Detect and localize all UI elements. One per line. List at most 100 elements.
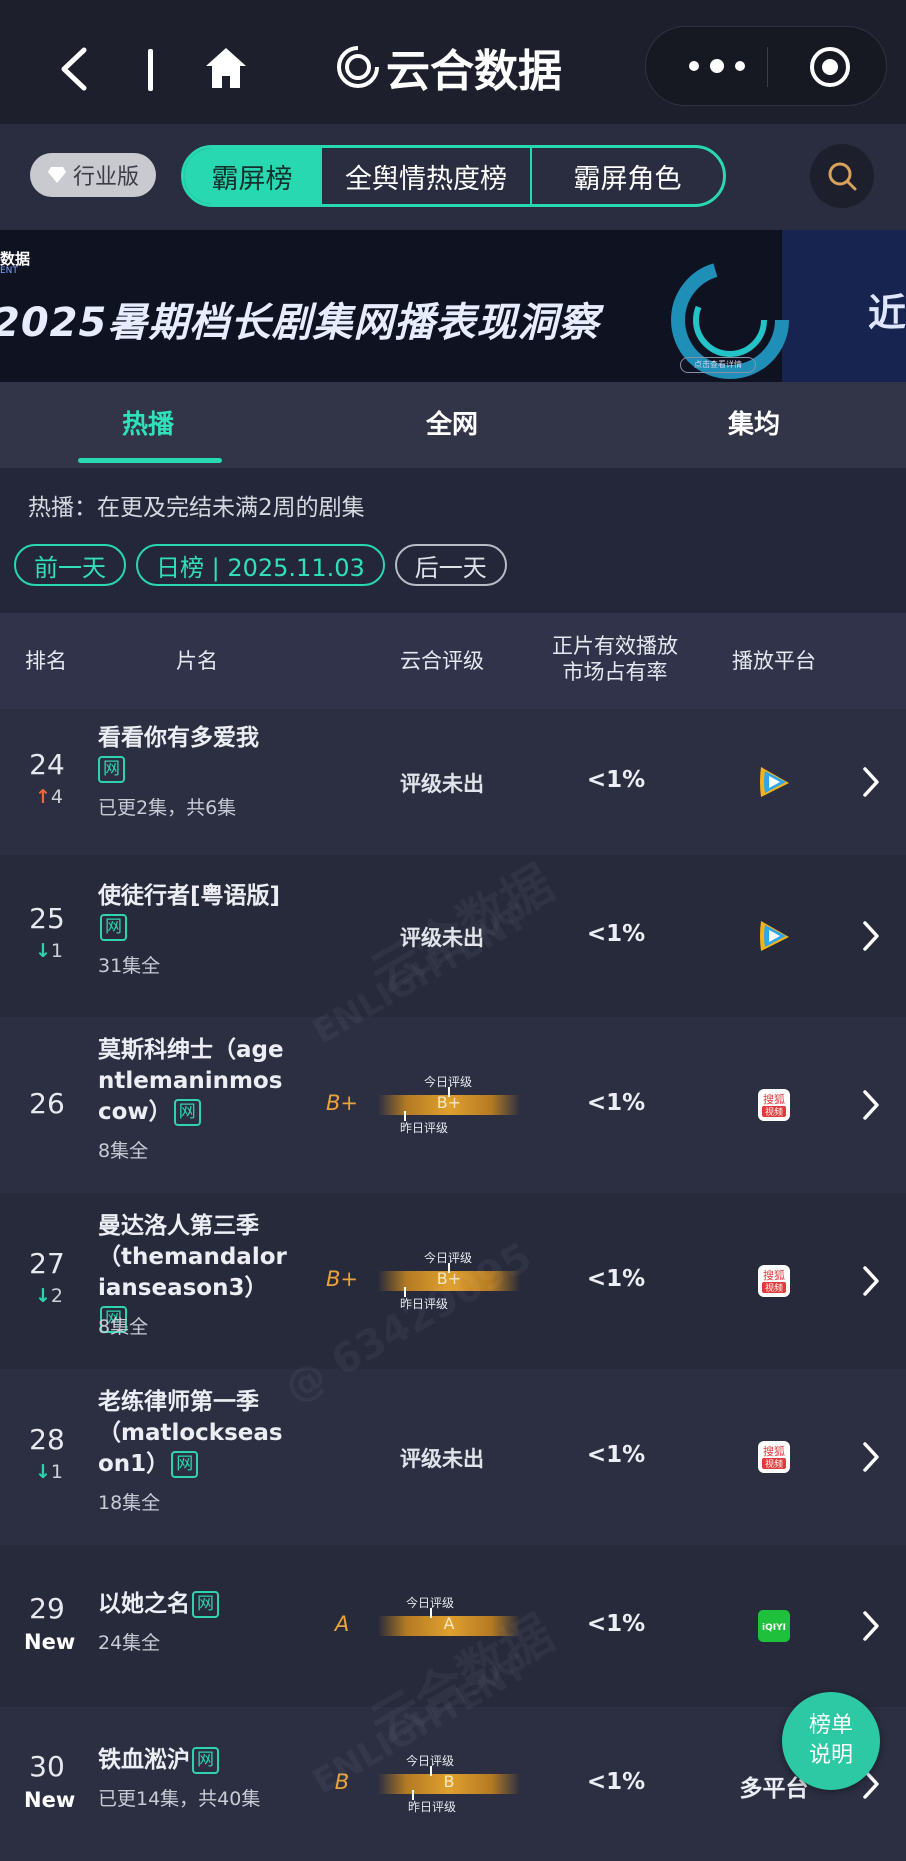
show-title[interactable]: 以她之名网 xyxy=(98,1589,288,1620)
next-day-button[interactable]: 后一天 xyxy=(394,544,507,586)
market-share: <1% xyxy=(586,1769,646,1795)
show-title-text: 看看你有多爱我 xyxy=(98,725,259,751)
tab-per-episode[interactable]: 集均 xyxy=(728,404,780,441)
fab-line2: 说明 xyxy=(808,1743,853,1768)
app-title-text: 云合数据 xyxy=(386,46,562,97)
yesterday-rating-tick xyxy=(404,1287,406,1297)
rank-change-new: New xyxy=(24,1788,76,1812)
show-title[interactable]: 看看你有多爱我网 xyxy=(98,723,288,785)
more-options-icon[interactable] xyxy=(682,51,752,81)
episode-info: 已更2集，共6集 xyxy=(98,797,237,819)
tab-dominant-character[interactable]: 霸屏角色 xyxy=(530,148,723,204)
arrow-down-icon: ↓ xyxy=(34,1461,51,1483)
rank-change-up: ↑4 xyxy=(24,786,74,808)
banner-cta: 点击查看详情 xyxy=(680,357,756,373)
show-title[interactable]: 使徒行者[粤语版] 网 xyxy=(98,881,288,943)
show-title[interactable]: 莫斯科绅士（agentlemaninmoscow）网 xyxy=(98,1035,288,1128)
banner-logo-sub: ENT xyxy=(0,266,18,276)
industry-edition-badge[interactable]: 行业版 xyxy=(30,153,156,197)
market-share: <1% xyxy=(586,1611,646,1637)
search-icon xyxy=(828,162,857,191)
header-platform: 播放平台 xyxy=(732,649,816,673)
show-title[interactable]: 老练律师第一季（matlockseason1）网 xyxy=(98,1387,288,1480)
yesterday-rating-label: 昨日评级 xyxy=(400,1121,449,1135)
today-rating-tick xyxy=(430,1608,432,1618)
ranking-tabs: 热播 全网 集均 xyxy=(0,382,906,468)
tab-dominant-screen[interactable]: 霸屏榜 xyxy=(184,148,320,204)
svg-text:视频: 视频 xyxy=(765,1106,783,1118)
tab-hot-airing[interactable]: 热播 xyxy=(122,404,174,441)
rank-change-down: ↓1 xyxy=(24,1461,74,1483)
market-share: <1% xyxy=(586,1090,646,1116)
rank-change-value: 2 xyxy=(50,1285,63,1307)
mini-program-capsule xyxy=(645,26,887,106)
web-drama-tag: 网 xyxy=(192,1591,219,1618)
rank-number: 26 xyxy=(29,1087,65,1120)
today-rating-tick xyxy=(448,1263,450,1273)
svg-text:搜狐: 搜狐 xyxy=(763,1444,785,1458)
rating-gauge: B 今日评级 昨日评级 xyxy=(378,1752,520,1814)
arrow-up-icon: ↑ xyxy=(34,786,51,808)
header-title: 片名 xyxy=(176,649,218,673)
chevron-right-icon[interactable] xyxy=(860,764,882,800)
yesterday-rating-tick xyxy=(404,1111,406,1121)
industry-badge-label: 行业版 xyxy=(72,165,139,190)
table-row[interactable]: 28 ↓1 老练律师第一季（matlockseason1）网 18集全 评级未出 <1% 搜… xyxy=(0,1369,906,1545)
rank-change-down: ↓2 xyxy=(24,1285,74,1307)
today-rating-tick xyxy=(430,1766,432,1776)
promo-banner[interactable]: 数据 ENT 2025暑期档长剧集网播表现洞察 点击查看详情 近 xyxy=(0,230,906,382)
current-date-button[interactable]: 日榜 | 2025.11.03 xyxy=(136,544,385,586)
show-title[interactable]: 铁血淞沪网 xyxy=(98,1745,288,1776)
rank-number: 27 xyxy=(29,1247,65,1280)
chevron-right-icon[interactable] xyxy=(860,1263,882,1299)
home-icon[interactable] xyxy=(202,44,250,92)
rank-number: 30 xyxy=(29,1750,65,1783)
web-drama-tag: 网 xyxy=(173,1099,201,1126)
table-row[interactable]: 24 ↑4 看看你有多爱我网已更2集，共6集 评级未出 <1% xyxy=(0,709,906,855)
top-nav-bar: 云合数据 xyxy=(0,0,906,124)
search-button[interactable] xyxy=(810,144,874,208)
yesterday-rating-label: 昨日评级 xyxy=(408,1800,457,1814)
active-tab-indicator xyxy=(78,458,222,463)
web-drama-tag: 网 xyxy=(192,1747,219,1774)
rating-grade: B xyxy=(334,1770,350,1794)
rating-gauge: B+ 今日评级 昨日评级 xyxy=(378,1073,520,1135)
table-row[interactable]: 30 New 铁血淞沪网已更14集，共40集 B B 今日评级 昨日评级 <1% 多平台 xyxy=(0,1707,906,1861)
market-share: <1% xyxy=(586,1442,646,1468)
prev-day-button[interactable]: 前一天 xyxy=(14,544,126,586)
close-target-icon[interactable] xyxy=(808,45,852,89)
rating-gauge: B+ 今日评级 昨日评级 xyxy=(378,1249,520,1311)
chevron-right-icon[interactable] xyxy=(860,918,882,954)
header-share-line2: 市场占有率 xyxy=(562,660,668,684)
rank-number: 24 xyxy=(29,748,65,781)
episode-info: 已更14集，共40集 xyxy=(98,1788,261,1810)
tencent-video-icon xyxy=(753,915,795,957)
fab-line1: 榜单 xyxy=(808,1713,853,1738)
chevron-right-icon[interactable] xyxy=(860,1087,882,1123)
tencent-video-icon xyxy=(753,761,795,803)
chevron-right-icon[interactable] xyxy=(860,1439,882,1475)
market-share: <1% xyxy=(586,1266,646,1292)
episode-info: 8集全 xyxy=(98,1316,149,1338)
header-share-line1: 正片有效播放 xyxy=(552,634,678,658)
table-row[interactable]: 27 ↓2 曼达洛人第三季（themandalorianseason3）网 8集全 B+… xyxy=(0,1193,906,1369)
market-share: <1% xyxy=(586,767,646,793)
date-navigator: 前一天 日榜 | 2025.11.03 后一天 xyxy=(14,544,507,586)
today-rating-tick xyxy=(448,1087,450,1097)
tab-all-network[interactable]: 全网 xyxy=(426,404,478,441)
table-row[interactable]: 26 莫斯科绅士（agentlemaninmoscow）网 8集全 B+ B+ 今日评级昨… xyxy=(0,1017,906,1193)
rank-change-value: 4 xyxy=(50,786,63,808)
svg-text:搜狐: 搜狐 xyxy=(763,1268,785,1282)
svg-text:视频: 视频 xyxy=(765,1282,783,1294)
show-title-text: 铁血淞沪 xyxy=(98,1747,190,1773)
chevron-right-icon[interactable] xyxy=(860,1608,882,1644)
svg-text:视频: 视频 xyxy=(765,1458,783,1470)
ranking-explanation-button[interactable]: 榜单 说明 xyxy=(782,1692,880,1790)
iqiyi-icon: iQIYI xyxy=(753,1605,795,1647)
table-row[interactable]: 25 ↓1 使徒行者[粤语版] 网 31集全 评级未出 <1% xyxy=(0,855,906,1017)
tab-public-opinion-heat[interactable]: 全舆情热度榜 xyxy=(320,148,530,204)
table-row[interactable]: 29 New 以她之名网 24集全 A A 今日评级 <1% iQIYI xyxy=(0,1545,906,1707)
ranking-description: 热播：在更及完结未满2周的剧集 xyxy=(28,495,365,521)
market-share: <1% xyxy=(586,921,646,947)
back-arrow-icon[interactable] xyxy=(54,44,94,94)
